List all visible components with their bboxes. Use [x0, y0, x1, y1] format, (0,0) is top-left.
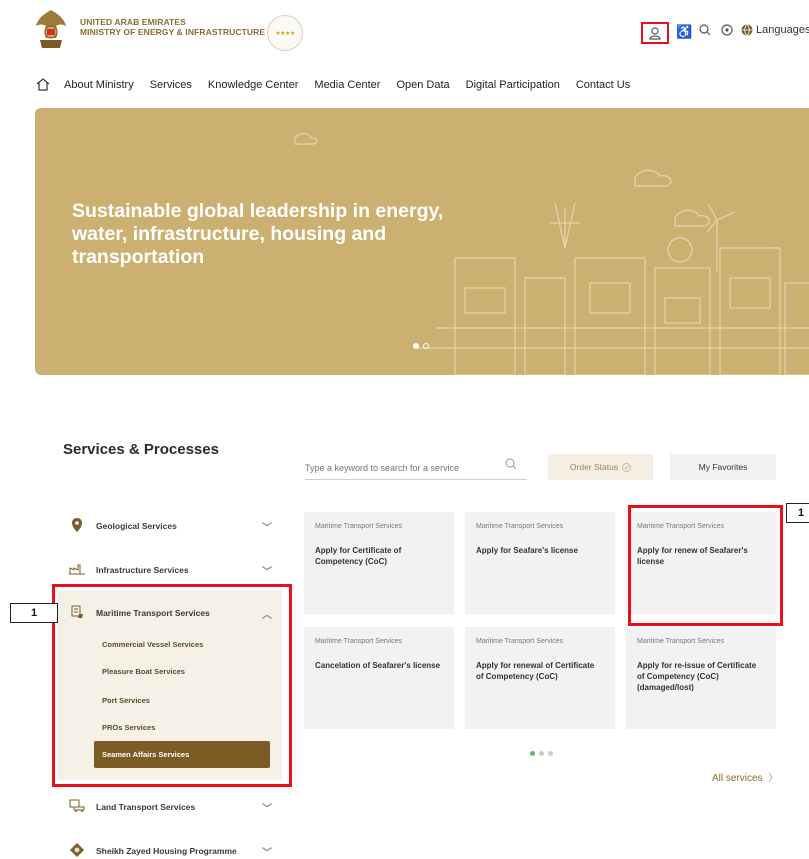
- service-card-title: Apply for renewal of Certificate of Comp…: [476, 661, 595, 681]
- car-icon: [68, 799, 86, 815]
- globe-icon: [741, 24, 753, 36]
- nav-contact-us[interactable]: Contact Us: [576, 79, 630, 91]
- sidebar-item-geological[interactable]: Geological Services ﹀: [68, 515, 272, 537]
- chevron-down-icon: ﹀: [262, 522, 272, 534]
- sidebar-item-housing[interactable]: Sheikh Zayed Housing Programme ﹀: [68, 840, 272, 859]
- hero-banner[interactable]: Sustainable global leadership in energy,…: [35, 108, 809, 375]
- nav-digital-participation[interactable]: Digital Participation: [466, 79, 560, 91]
- banner-dot-1[interactable]: [413, 343, 419, 349]
- sidebar-item-label: Land Transport Services: [96, 802, 196, 812]
- service-card-category: Maritime Transport Services: [315, 638, 403, 645]
- sidebar-item-label: Geological Services: [96, 521, 177, 531]
- sidebar-item-label: Sheikh Zayed Housing Programme: [96, 846, 237, 856]
- sidebar-item-land-transport[interactable]: Land Transport Services ﹀: [68, 796, 272, 818]
- service-card[interactable]: Maritime Transport Services Apply for Ce…: [304, 512, 454, 614]
- chevron-down-icon: ﹀: [262, 566, 272, 578]
- services-section-title: Services & Processes: [63, 441, 219, 458]
- service-card-category: Maritime Transport Services: [476, 638, 564, 645]
- page-dot-1[interactable]: [530, 751, 535, 756]
- highlight-box-sidebar: [52, 584, 292, 787]
- banner-pagination: [413, 343, 429, 349]
- uae-emblem-logo[interactable]: [34, 8, 68, 52]
- nav-services[interactable]: Services: [150, 79, 192, 91]
- stars-icon: ★★★★: [275, 30, 295, 37]
- nav-knowledge-center[interactable]: Knowledge Center: [208, 79, 299, 91]
- step-marker-left: 1: [10, 603, 58, 623]
- chevron-down-icon: ﹀: [262, 803, 272, 815]
- service-card-title: Apply for Seafare's license: [476, 546, 578, 555]
- sidebar-item-label: Infrastructure Services: [96, 565, 189, 575]
- service-card-category: Maritime Transport Services: [476, 523, 564, 530]
- housing-icon: [68, 842, 86, 859]
- service-search-input[interactable]: [305, 462, 495, 473]
- nav-open-data[interactable]: Open Data: [396, 79, 449, 91]
- service-card-title: Apply for Certificate of Competency (CoC…: [315, 546, 402, 566]
- cards-pagination: [530, 751, 553, 756]
- ministry-name[interactable]: UNITED ARAB EMIRATES MINISTRY OF ENERGY …: [80, 17, 265, 37]
- my-favorites-button[interactable]: My Favorites: [670, 454, 776, 480]
- page-dot-2[interactable]: [539, 751, 544, 756]
- banner-dot-2[interactable]: [423, 343, 429, 349]
- order-status-button[interactable]: Order Status: [548, 454, 653, 480]
- nav-about-ministry[interactable]: About Ministry: [64, 79, 134, 91]
- search-icon[interactable]: [505, 458, 517, 470]
- all-services-link[interactable]: All services 〉: [712, 769, 778, 784]
- user-icon: [649, 26, 661, 40]
- main-nav: About Ministry Services Knowledge Center…: [36, 78, 646, 91]
- map-pin-icon: [68, 517, 86, 535]
- service-card-title: Apply for re-issue of Certificate of Com…: [637, 661, 757, 692]
- ministry-name-line1: UNITED ARAB EMIRATES: [80, 17, 186, 27]
- chevron-right-icon: 〉: [768, 773, 779, 784]
- award-badge: ★★★★: [267, 15, 303, 51]
- ministry-name-line2: MINISTRY OF ENERGY & INFRASTRUCTURE: [80, 27, 266, 37]
- all-services-label: All services: [712, 773, 763, 784]
- service-search: [305, 456, 527, 480]
- service-card-title: Cancelation of Seafarer's license: [315, 661, 441, 670]
- service-card[interactable]: Maritime Transport Services Cancelation …: [304, 627, 454, 729]
- page-dot-3[interactable]: [548, 751, 553, 756]
- order-status-label: Order Status: [569, 462, 619, 472]
- service-card[interactable]: Maritime Transport Services Apply for Se…: [465, 512, 615, 614]
- check-circle-icon: [622, 462, 632, 472]
- login-button[interactable]: [641, 22, 669, 44]
- language-selector[interactable]: Languages: [741, 24, 809, 36]
- chevron-down-icon: ﹀: [262, 847, 272, 859]
- factory-icon: [68, 562, 86, 578]
- accessibility-icon[interactable]: ♿: [676, 23, 692, 41]
- settings-icon[interactable]: [720, 23, 734, 41]
- service-card[interactable]: Maritime Transport Services Apply for re…: [626, 627, 776, 729]
- highlight-box-card: [628, 505, 783, 626]
- service-card[interactable]: Maritime Transport Services Apply for re…: [465, 627, 615, 729]
- home-icon[interactable]: [36, 78, 50, 91]
- language-label: Languages: [756, 24, 809, 36]
- sidebar-item-infrastructure[interactable]: Infrastructure Services ﹀: [68, 559, 272, 581]
- service-card-category: Maritime Transport Services: [315, 523, 403, 530]
- service-card-category: Maritime Transport Services: [637, 638, 725, 645]
- nav-media-center[interactable]: Media Center: [314, 79, 380, 91]
- banner-title: Sustainable global leadership in energy,…: [72, 200, 444, 268]
- step-marker-right: 1: [786, 503, 809, 523]
- search-icon[interactable]: [698, 23, 712, 41]
